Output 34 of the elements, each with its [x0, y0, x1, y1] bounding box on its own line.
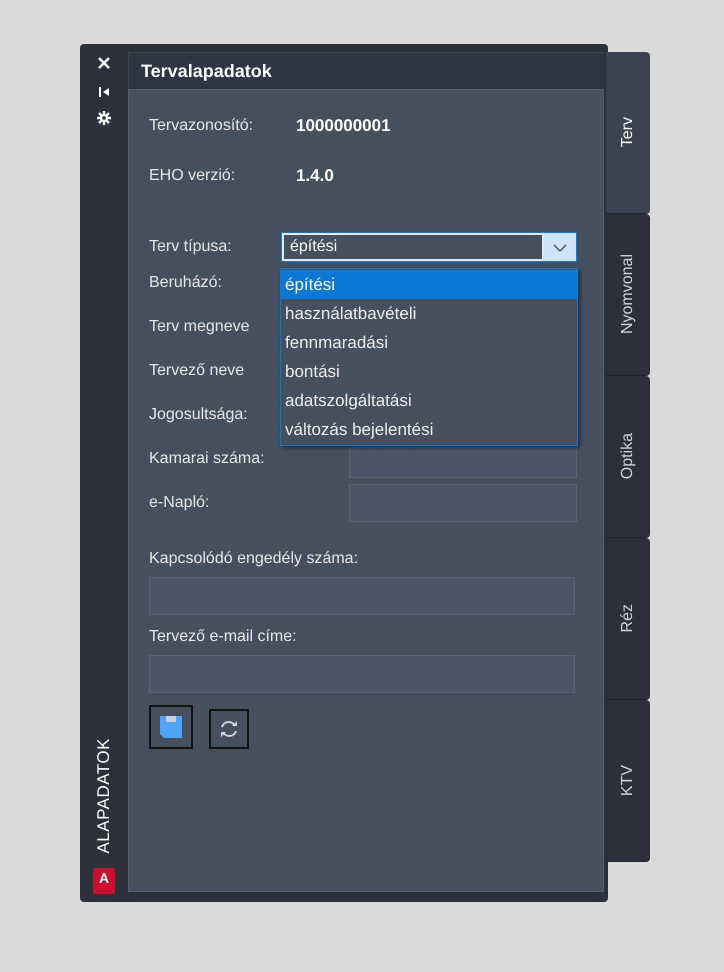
side-tab[interactable]: Réz: [606, 538, 650, 700]
dropdown-option[interactable]: adatszolgáltatási: [281, 386, 577, 415]
field-label: Kamarai száma:: [149, 449, 266, 469]
field-label: Tervező neve: [149, 361, 244, 381]
info-value: 1000000001: [296, 115, 391, 138]
app-logo: A: [93, 868, 115, 894]
field-label: Terv megneve: [149, 317, 250, 337]
dropdown-option[interactable]: használatbavételi: [281, 299, 577, 328]
dropdown-option[interactable]: változás bejelentési: [281, 415, 577, 444]
dropdown-option[interactable]: bontási: [281, 357, 577, 386]
side-tab[interactable]: KTV: [606, 700, 650, 862]
dropdown-option[interactable]: fennmaradási: [281, 328, 577, 357]
side-tab[interactable]: Optika: [606, 376, 650, 538]
info-label: EHO verzió:: [149, 166, 236, 186]
field-label: Tervező e-mail címe:: [149, 627, 298, 647]
field-label: Kapcsolódó engedély száma:: [149, 549, 360, 569]
info-label: Tervazonosító:: [149, 116, 254, 136]
pin-icon[interactable]: [98, 86, 110, 98]
refresh-icon: [218, 718, 240, 740]
save-button[interactable]: [149, 705, 193, 749]
plan-type-combobox[interactable]: építési: [281, 232, 577, 262]
field-label: Terv típusa:: [149, 237, 233, 257]
field-label: Jogosultsága:: [149, 405, 249, 425]
panel-title-bar: Tervalapadatok: [128, 52, 604, 89]
close-icon[interactable]: [97, 56, 111, 70]
refresh-button[interactable]: [209, 709, 249, 749]
info-value: 1.4.0: [296, 165, 334, 188]
side-tab[interactable]: Nyomvonal: [606, 214, 650, 376]
field-label: e-Napló:: [149, 493, 210, 513]
side-tab[interactable]: Terv: [606, 52, 650, 214]
palette-title: ALAPADATOK: [93, 738, 114, 854]
settings-icon[interactable]: [96, 110, 112, 126]
field-label: Beruházó:: [149, 273, 222, 293]
dropdown-option[interactable]: építési: [281, 270, 577, 299]
